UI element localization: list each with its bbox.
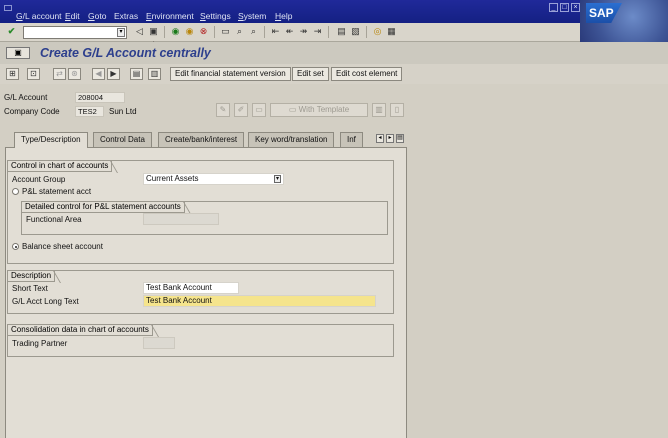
layout-menu-icon[interactable]: ▦: [386, 26, 397, 37]
account-group-value: Current Assets: [146, 174, 199, 183]
exit-icon[interactable]: ◉: [184, 26, 195, 37]
print-preview-icon[interactable]: ▥: [372, 103, 386, 117]
document-icon[interactable]: ▤: [130, 68, 143, 80]
menu-bar: G/L account Edit Goto Extras Environment…: [0, 0, 668, 23]
create-icon[interactable]: ✎: [216, 103, 230, 117]
short-text-input[interactable]: Test Bank Account: [143, 282, 239, 294]
create-session-icon[interactable]: ▤: [336, 26, 347, 37]
next-page-icon[interactable]: ↠: [298, 26, 309, 37]
long-text-input[interactable]: Test Bank Account: [143, 295, 376, 307]
account-group-label: Account Group: [12, 175, 66, 184]
edit-fs-version-button[interactable]: Edit financial statement version: [170, 67, 291, 81]
application-toolbar: ⊞ ⊡ ⇄ ⊛ ◀ ▶ ▤ ▥ Edit financial statement…: [0, 64, 668, 84]
system-menu-icon[interactable]: [4, 5, 12, 11]
menu-goto[interactable]: Goto: [88, 11, 106, 21]
functional-area-label: Functional Area: [26, 215, 82, 224]
consolidation-group-title: Consolidation data in chart of accounts: [7, 324, 153, 336]
menu-settings[interactable]: Settings: [200, 11, 231, 21]
previous-icon[interactable]: ◀: [92, 68, 105, 80]
tab-list-icon[interactable]: ▤: [396, 134, 404, 143]
menu-gl-account[interactable]: G/L account: [16, 11, 62, 21]
back-arrow-icon[interactable]: ◁: [134, 26, 145, 37]
toolbar-separator: [264, 26, 265, 38]
company-code-label: Company Code: [4, 107, 60, 116]
gl-account-field[interactable]: 208004: [75, 92, 125, 103]
maximize-icon[interactable]: □: [560, 3, 569, 12]
pl-statement-radio[interactable]: [12, 188, 19, 195]
edit-cost-element-button[interactable]: Edit cost element: [331, 67, 403, 81]
command-dropdown-icon[interactable]: ▾: [117, 28, 125, 37]
back-icon[interactable]: ◉: [170, 26, 181, 37]
enter-icon[interactable]: ✔: [6, 26, 17, 37]
with-template-label: With Template: [298, 105, 350, 114]
tab-strip: Type/Description Control Data Create/ban…: [8, 132, 408, 148]
display-change-icon[interactable]: ⊞: [6, 68, 19, 80]
where-used-icon[interactable]: ⊛: [68, 68, 81, 80]
toolbar-separator: [328, 26, 329, 38]
tab-key-word-translation[interactable]: Key word/translation: [248, 132, 335, 147]
tab-type-description[interactable]: Type/Description: [14, 132, 88, 148]
sap-window: G/L account Edit Goto Extras Environment…: [0, 0, 668, 438]
balance-sheet-radio[interactable]: [12, 243, 19, 250]
menu-system[interactable]: System: [238, 11, 266, 21]
screen-icon[interactable]: ▣: [6, 47, 30, 59]
previous-page-icon[interactable]: ↞: [284, 26, 295, 37]
delete-icon[interactable]: ▯: [390, 103, 404, 117]
description-group-title: Description: [7, 270, 56, 282]
title-bar: ▣ Create G/L Account centrally: [0, 42, 668, 64]
template-icon: ▭: [288, 105, 299, 114]
tab-information[interactable]: Inf: [340, 132, 363, 147]
company-name: Sun Ltd: [109, 107, 137, 116]
find-icon[interactable]: ⌕: [234, 26, 245, 37]
window-controls: _ □ ×: [549, 3, 580, 12]
tab-create-bank-interest[interactable]: Create/bank/interest: [158, 132, 245, 147]
long-text-label: G/L Acct Long Text: [12, 297, 79, 306]
other-object-icon[interactable]: ⊡: [27, 68, 40, 80]
with-template-button[interactable]: ▭ With Template: [270, 103, 368, 117]
toolbar-separator: [214, 26, 215, 38]
control-group-title: Control in chart of accounts: [7, 160, 113, 172]
cancel-icon[interactable]: ⊗: [198, 26, 209, 37]
check-icon[interactable]: ⇄: [53, 68, 66, 80]
account-group-select[interactable]: Current Assets ▾: [143, 173, 284, 185]
page-title: Create G/L Account centrally: [40, 46, 211, 60]
first-page-icon[interactable]: ⇤: [270, 26, 281, 37]
close-icon[interactable]: ×: [571, 3, 580, 12]
details-icon[interactable]: ▥: [148, 68, 161, 80]
detailed-control-title: Detailed control for P&L statement accou…: [21, 201, 185, 213]
toolbar-separator: [366, 26, 367, 38]
pl-statement-label: P&L statement acct: [22, 187, 92, 196]
menu-help[interactable]: Help: [275, 11, 292, 21]
display-icon[interactable]: ▭: [252, 103, 266, 117]
dropdown-icon[interactable]: ▾: [274, 175, 281, 183]
save-icon[interactable]: ▣: [148, 26, 159, 37]
menu-environment[interactable]: Environment: [146, 11, 194, 21]
next-icon[interactable]: ▶: [107, 68, 120, 80]
tab-scroll-left-icon[interactable]: ◂: [376, 134, 384, 143]
minimize-icon[interactable]: _: [549, 3, 558, 12]
menu-edit[interactable]: Edit: [65, 11, 80, 21]
print-icon[interactable]: ▭: [220, 26, 231, 37]
company-code-field[interactable]: TES2: [75, 106, 104, 117]
edit-set-button[interactable]: Edit set: [292, 67, 329, 81]
help-icon[interactable]: ◎: [372, 26, 383, 37]
command-field[interactable]: ▾: [23, 26, 127, 39]
tab-scroll-right-icon[interactable]: ▸: [386, 134, 394, 143]
find-next-icon[interactable]: ⌕: [248, 26, 259, 37]
menu-extras[interactable]: Extras: [114, 11, 138, 21]
trading-partner-field[interactable]: [143, 337, 175, 349]
shortcut-icon[interactable]: ▧: [350, 26, 361, 37]
change-icon[interactable]: ✐: [234, 103, 248, 117]
short-text-label: Short Text: [12, 284, 48, 293]
tab-control-data[interactable]: Control Data: [93, 132, 152, 147]
standard-toolbar: ✔ ▾ ◁ ▣ ◉ ◉ ⊗ ▭ ⌕ ⌕ ⇤ ↞ ↠ ⇥ ▤ ▧ ◎ ▦: [0, 23, 580, 42]
last-page-icon[interactable]: ⇥: [312, 26, 323, 37]
trading-partner-label: Trading Partner: [12, 339, 68, 348]
balance-sheet-label: Balance sheet account: [22, 242, 103, 251]
toolbar-separator: [164, 26, 165, 38]
gl-account-label: G/L Account: [4, 93, 48, 102]
functional-area-field[interactable]: [143, 213, 219, 225]
